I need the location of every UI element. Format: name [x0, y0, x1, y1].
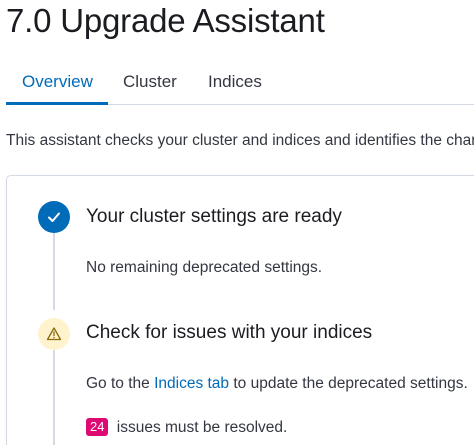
issue-count-badge: 24: [86, 418, 109, 436]
step-title-cluster: Your cluster settings are ready: [86, 206, 342, 227]
page-title: 7.0 Upgrade Assistant: [6, 2, 325, 39]
indices-tab-link[interactable]: Indices tab: [154, 375, 229, 392]
intro-text: This assistant checks your cluster and i…: [6, 132, 474, 149]
tab-overview[interactable]: Overview: [22, 72, 93, 92]
active-tab-indicator: [6, 102, 108, 105]
step-title-indices: Check for issues with your indices: [86, 322, 373, 343]
tab-bar: Overview Cluster Indices: [6, 58, 474, 105]
issues-summary: 24 issues must be resolved.: [86, 418, 287, 437]
step-text-prefix: Go to the: [86, 375, 155, 392]
tab-cluster[interactable]: Cluster: [123, 72, 177, 92]
issues-text: issues must be resolved.: [112, 419, 288, 436]
step-connector: [53, 232, 55, 310]
step-text-cluster: No remaining deprecated settings.: [86, 259, 323, 276]
tab-indices[interactable]: Indices: [208, 72, 262, 92]
step-connector: [53, 350, 55, 445]
check-icon: [38, 201, 70, 233]
warning-icon: [38, 318, 70, 350]
upgrade-steps-panel: Your cluster settings are ready No remai…: [6, 175, 474, 445]
upgrade-assistant-page: 7.0 Upgrade Assistant Overview Cluster I…: [0, 0, 474, 445]
step-text-indices: Go to the Indices tab to update the depr…: [86, 375, 468, 393]
step-text-suffix: to update the deprecated settings.: [229, 375, 468, 392]
